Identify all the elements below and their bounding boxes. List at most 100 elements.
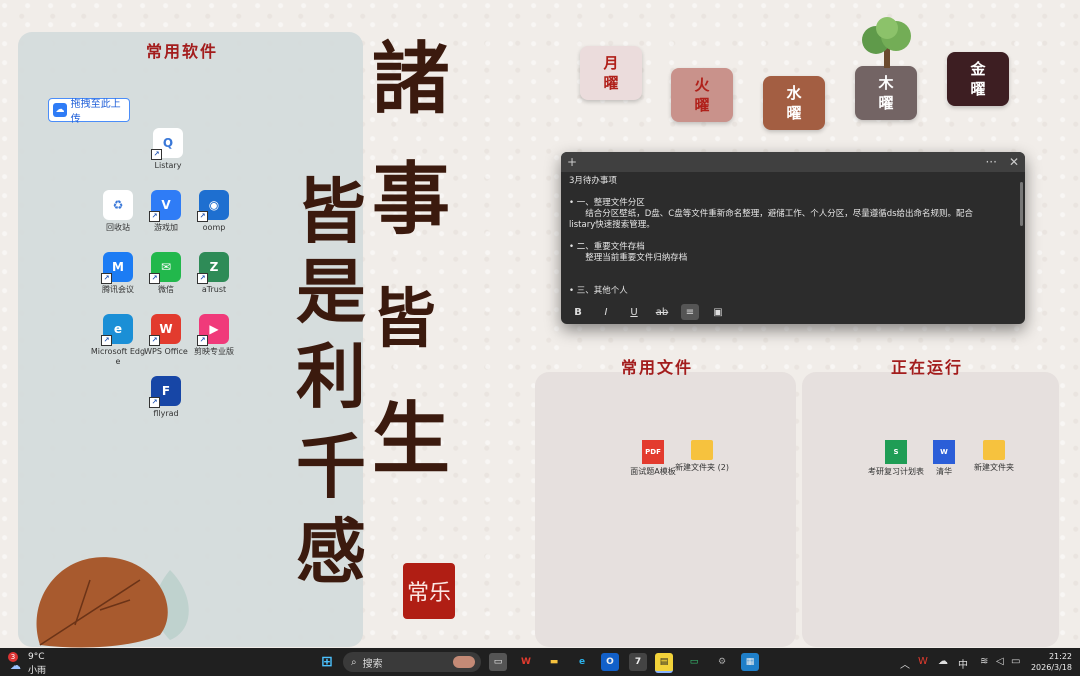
shortcut-arrow-icon: ↗ [149, 335, 160, 346]
edge-taskbar-icon[interactable]: e [573, 653, 591, 671]
shortcut-arrow-icon: ↗ [101, 335, 112, 346]
document-icon: PDF [642, 440, 664, 464]
shortcut-arrow-icon: ↗ [197, 335, 208, 346]
note-content[interactable]: 3月待办事项 • 一、整理文件分区 结合分区壁纸，D盘、C盘等文件重新命名整理，… [561, 172, 1025, 298]
volume-icon[interactable]: ◁ [996, 656, 1004, 667]
calendar-icon[interactable]: 7 [629, 653, 647, 671]
note-scrollbar[interactable] [1020, 182, 1023, 226]
list-button[interactable]: ≡ [681, 304, 699, 320]
running-panel [802, 372, 1059, 647]
file-label: 新建文件夹 [974, 463, 1014, 472]
note-line: 结合分区壁纸，D盘、C盘等文件重新命名整理，避储工作、个人分区，尽量遵循ds给出… [569, 209, 974, 219]
file-label: 新建文件夹 (2) [675, 463, 729, 472]
wps-tray-icon[interactable]: W [918, 656, 928, 667]
image-button[interactable]: ▣ [709, 304, 727, 320]
ime-indicator[interactable]: 中 [958, 656, 968, 671]
underline-button[interactable]: U [625, 304, 643, 320]
weather-widget[interactable]: 3 ☁ 9°C 小雨 [6, 651, 56, 676]
desktop-icon[interactable]: F ↗ fllyrad [138, 376, 194, 419]
taskbar: 3 ☁ 9°C 小雨 ⊞ ⌕ 搜索 ▭ W ▬ e O 7 ▤ ▭ ⚙ ▦ ︿ … [0, 648, 1080, 676]
settings-gear-icon[interactable]: ⚙ [713, 653, 731, 671]
clock[interactable]: 21:22 2026/3/18 [1030, 651, 1072, 673]
app-icon: Q ↗ [151, 128, 183, 160]
weekday-char: 金 [970, 60, 986, 78]
file-item[interactable]: 新建文件夹 (2) [672, 440, 732, 473]
bold-button[interactable]: B [569, 304, 587, 320]
chat-icon[interactable]: ▭ [685, 653, 703, 671]
leaf-decoration [36, 557, 189, 648]
add-note-icon[interactable]: + [567, 155, 577, 169]
taskbar-search-box[interactable]: ⌕ 搜索 [343, 652, 481, 672]
calligraphy-char: 諸 [372, 34, 451, 125]
calligraphy-char: 千 [296, 425, 366, 508]
shortcut-arrow-icon: ↗ [149, 397, 160, 408]
cloud-tray-icon[interactable]: ☁ [938, 656, 948, 667]
note-line: • 二、重要文件存档 [569, 242, 645, 252]
weekday-suffix: 曜 [878, 94, 894, 112]
weather-temp: 9°C [28, 652, 45, 662]
upload-label: 拖拽至此上传 [70, 99, 121, 125]
note-line: • 一、整理文件分区 [569, 198, 645, 208]
note-toolbar: B I U ab ≡ ▣ [561, 300, 1025, 324]
weekday-tile: 木曜 [855, 66, 917, 120]
search-highlight-icon [453, 656, 475, 668]
note-titlebar: + ··· ✕ [561, 152, 1025, 172]
desktop-icon[interactable]: ◉ ↗ oomp [186, 190, 242, 233]
calligraphy-char: 是 [296, 250, 366, 333]
calligraphy-char: 利 [296, 335, 366, 418]
close-icon[interactable]: ✕ [1009, 155, 1019, 169]
weekday-suffix: 曜 [694, 96, 710, 114]
running-title: 正在运行 [891, 358, 964, 377]
start-windows-icon[interactable]: ⊞ [318, 653, 336, 671]
note-line [569, 231, 1017, 242]
calligraphy-column-left: 皆 是 利 千 感 [296, 172, 366, 592]
sticky-notes-icon[interactable]: ▤ [655, 653, 673, 673]
red-seal-stamp: 常乐 [403, 563, 455, 619]
note-line: • 三、其他个人 [569, 286, 628, 296]
app-taskbar-icon[interactable]: ▦ [741, 653, 759, 671]
app-icon: Z ↗ [197, 252, 229, 284]
common-files-title: 常用文件 [621, 358, 694, 377]
running-item[interactable]: 新建文件夹 [964, 440, 1024, 473]
app-icon: V ↗ [149, 190, 181, 222]
upload-drop-button[interactable]: ☁ 拖拽至此上传 [48, 98, 130, 125]
app-icon: ✉ ↗ [149, 252, 181, 284]
note-line: listary快速搜索管理。 [569, 220, 655, 230]
weekday-tile: 金曜 [947, 52, 1009, 106]
more-options-icon[interactable]: ··· [985, 155, 996, 169]
desktop-icon[interactable]: Q ↗ Listary [140, 128, 196, 171]
weekday-suffix: 曜 [786, 104, 802, 122]
desktop-icon[interactable]: Z ↗ aTrust [186, 252, 242, 295]
wps-taskbar-icon[interactable]: W [517, 653, 535, 671]
file-explorer-icon[interactable]: ▬ [545, 653, 563, 671]
weekday-char: 水 [786, 84, 802, 102]
chevron-up-icon[interactable]: ︿ [900, 656, 910, 671]
folder-icon [983, 440, 1005, 460]
app-icon: M ↗ [101, 252, 133, 284]
note-line [569, 275, 1017, 286]
weekday-char: 木 [878, 74, 894, 92]
note-line [569, 264, 1017, 275]
desktop-icon-label: 剪映专业版 [194, 347, 234, 356]
shortcut-arrow-icon: ↗ [149, 273, 160, 284]
app-icon: ♻ [103, 190, 133, 220]
battery-icon[interactable]: ▭ [1011, 656, 1020, 667]
desktop-icon-label: fllyrad [153, 409, 179, 418]
app-icon: e ↗ [101, 314, 133, 346]
clock-time: 21:22 [1048, 652, 1072, 661]
common-files-panel [535, 372, 796, 647]
outlook-icon[interactable]: O [601, 653, 619, 671]
calligraphy-char: 事 [372, 154, 451, 245]
weekday-suffix: 曜 [603, 74, 619, 92]
task-view-icon[interactable]: ▭ [489, 653, 507, 671]
search-icon: ⌕ [351, 656, 357, 668]
strikethrough-button[interactable]: ab [653, 304, 671, 320]
desktop-icon-label: oomp [202, 223, 226, 232]
wifi-icon[interactable]: ≋ [980, 656, 988, 667]
note-title: 3月待办事项 [569, 176, 617, 186]
note-line: 整理当前重要文件归纳存档 [569, 253, 688, 263]
sticky-note-window[interactable]: + ··· ✕ 3月待办事项 • 一、整理文件分区 结合分区壁纸，D盘、C盘等文… [561, 152, 1025, 324]
desktop-icon[interactable]: ▶ ↗ 剪映专业版 [186, 314, 242, 357]
italic-button[interactable]: I [597, 304, 615, 320]
calligraphy-char: 感 [296, 510, 366, 593]
